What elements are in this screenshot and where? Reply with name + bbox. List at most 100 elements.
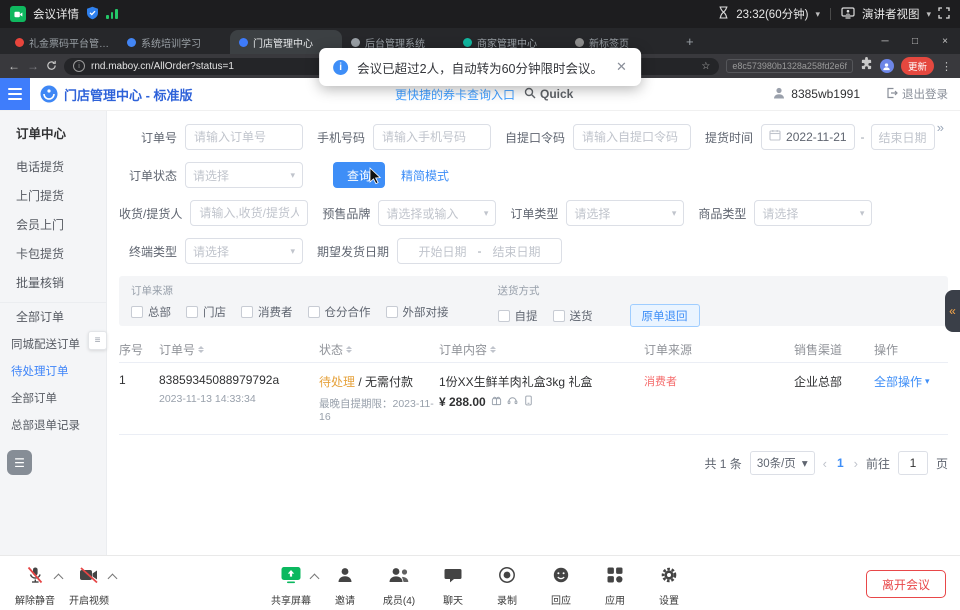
next-page-icon[interactable]: ›: [854, 456, 858, 471]
checkbox-self-pickup[interactable]: 自提: [498, 308, 538, 324]
brand-select[interactable]: 请选择或输入 ▾: [378, 200, 496, 226]
browser-profile-avatar[interactable]: [880, 59, 894, 73]
side-panel-toggle[interactable]: «: [945, 290, 960, 332]
video-options-caret[interactable]: [108, 574, 118, 584]
minimize-icon[interactable]: ─: [870, 36, 900, 47]
order-source-box: 订单来源 总部 门店 消费者 仓分合作 外部对接 送货方式 自提 送货 原单退回: [119, 276, 948, 326]
checkbox-hq[interactable]: 总部: [131, 304, 171, 320]
sort-icon[interactable]: [198, 343, 204, 356]
sidebar-item-card-pickup[interactable]: 卡包提货: [0, 240, 106, 269]
goods-type-select[interactable]: 请选择 ▾: [754, 200, 872, 226]
quick-search[interactable]: Quick: [524, 87, 573, 102]
notification-close-icon[interactable]: ✕: [616, 59, 627, 75]
sidebar-item-door-pickup[interactable]: 上门提货: [0, 182, 106, 211]
checkbox-consumer[interactable]: 消费者: [241, 304, 293, 320]
page-size-select[interactable]: 30条/页 ▾: [750, 451, 815, 475]
meeting-timer[interactable]: 23:32(60分钟): [736, 6, 808, 22]
goto-page-input[interactable]: [898, 451, 928, 475]
extensions-puzzle-icon[interactable]: [860, 57, 873, 75]
unmute-button[interactable]: 解除静音: [8, 562, 62, 607]
checkbox-store[interactable]: 门店: [186, 304, 226, 320]
reactions-button[interactable]: 回应: [534, 562, 588, 607]
return-original-order-button[interactable]: 原单退回: [630, 304, 700, 327]
terminal-type-select[interactable]: 请选择 ▾: [185, 238, 303, 264]
current-page[interactable]: 1: [837, 456, 844, 470]
column-header-status[interactable]: 状态: [319, 341, 439, 358]
network-signal-icon: [106, 9, 118, 19]
sidebar-item-phone-pickup[interactable]: 电话提货: [0, 153, 106, 182]
share-screen-icon: [280, 565, 302, 590]
pickup-start-date-input[interactable]: 2022-11-21: [761, 124, 855, 150]
meeting-notification: i 会议已超过2人，自动转为60分钟限时会议。 ✕: [319, 48, 641, 86]
checkbox-delivery[interactable]: 送货: [553, 308, 593, 324]
phone-input[interactable]: [373, 124, 491, 150]
bookmark-star-icon[interactable]: ☆: [701, 61, 710, 72]
column-header-index: 序号: [119, 341, 159, 358]
order-status-select[interactable]: 请选择 ▾: [185, 162, 303, 188]
quick-entry-link[interactable]: 更快捷的券卡查询入口: [395, 86, 515, 103]
pickup-code-input[interactable]: [573, 124, 691, 150]
share-screen-button[interactable]: 共享屏幕: [264, 562, 318, 607]
sidebar-item-hq-refund-records[interactable]: 总部退单记录: [0, 413, 106, 440]
forward-icon[interactable]: →: [27, 60, 39, 72]
simple-mode-link[interactable]: 精简模式: [401, 167, 449, 184]
meeting-details-link[interactable]: 会议详情: [33, 6, 79, 22]
record-button[interactable]: 录制: [480, 562, 534, 607]
browser-update-button[interactable]: 更新: [901, 57, 934, 75]
tab-favicon: [575, 38, 584, 47]
sidebar-drag-handle[interactable]: ≡: [88, 331, 107, 350]
members-button[interactable]: 成员(4): [372, 562, 426, 607]
order-no-input[interactable]: [185, 124, 303, 150]
checkbox-icon: [386, 306, 398, 318]
user-account[interactable]: 8385wb1991: [772, 86, 860, 103]
sidebar-item-pending-orders[interactable]: 待处理订单: [0, 359, 106, 386]
close-icon[interactable]: ×: [930, 36, 960, 47]
order-type-select[interactable]: 请选择 ▾: [566, 200, 684, 226]
sidebar-item-member-visit[interactable]: 会员上门: [0, 211, 106, 240]
column-header-content[interactable]: 订单内容: [439, 341, 644, 358]
chevron-down-icon: ▾: [672, 208, 677, 219]
checkbox-warehouse-coop[interactable]: 仓分合作: [308, 304, 371, 320]
browser-tab[interactable]: 系统培训学习: [118, 30, 230, 54]
sidebar-item-all-orders-group[interactable]: 全部订单: [0, 302, 106, 332]
sort-icon[interactable]: [346, 343, 352, 356]
order-no: 83859345088979792a: [159, 373, 319, 387]
floating-list-button[interactable]: ☰: [7, 450, 32, 475]
status-pending: 待处理: [319, 375, 355, 389]
logout-button[interactable]: 退出登录: [886, 86, 948, 102]
chevron-down-icon[interactable]: ▾: [926, 9, 931, 20]
new-tab-button[interactable]: +: [686, 34, 694, 49]
goto-label: 前往: [866, 455, 890, 472]
collapse-filters-icon[interactable]: »: [937, 120, 944, 135]
receiver-input[interactable]: [190, 200, 308, 226]
pickup-end-date-input[interactable]: 结束日期: [871, 124, 935, 150]
invite-button[interactable]: 邀请: [318, 562, 372, 607]
cell-status: 待处理 / 无需付款 最晚自提期限：2023-11-16: [319, 373, 439, 423]
back-icon[interactable]: ←: [8, 60, 20, 72]
browser-menu-icon[interactable]: ⋮: [941, 60, 952, 73]
start-video-button[interactable]: 开启视频: [62, 562, 116, 607]
maximize-icon[interactable]: □: [900, 36, 930, 47]
fullscreen-icon[interactable]: [938, 7, 950, 22]
view-mode-label[interactable]: 演讲者视图: [862, 6, 920, 22]
sidebar-item-all-orders[interactable]: 全部订单: [0, 386, 106, 413]
site-info-icon[interactable]: i: [73, 60, 85, 72]
sidebar-toggle-button[interactable]: [0, 78, 30, 110]
tab-favicon: [127, 38, 136, 47]
security-shield-icon[interactable]: [86, 6, 99, 23]
column-header-order-no[interactable]: 订单号: [159, 341, 319, 358]
leave-meeting-button[interactable]: 离开会议: [866, 570, 946, 598]
sidebar-item-batch-verify[interactable]: 批量核销: [0, 269, 106, 298]
expect-date-range-input[interactable]: 开始日期 - 结束日期: [397, 238, 562, 264]
chevron-down-icon[interactable]: ▾: [815, 9, 820, 20]
sort-icon[interactable]: [490, 343, 496, 356]
chat-button[interactable]: 聊天: [426, 562, 480, 607]
apps-button[interactable]: 应用: [588, 562, 642, 607]
pickup-start-date-value: 2022-11-21: [786, 130, 847, 144]
settings-button[interactable]: 设置: [642, 562, 696, 607]
browser-tab[interactable]: 礼金票码平台管理中心: [6, 30, 118, 54]
checkbox-external[interactable]: 外部对接: [386, 304, 449, 320]
all-actions-dropdown[interactable]: 全部操作 ▾: [874, 373, 934, 390]
prev-page-icon[interactable]: ‹: [823, 456, 827, 471]
refresh-icon[interactable]: [46, 60, 57, 73]
